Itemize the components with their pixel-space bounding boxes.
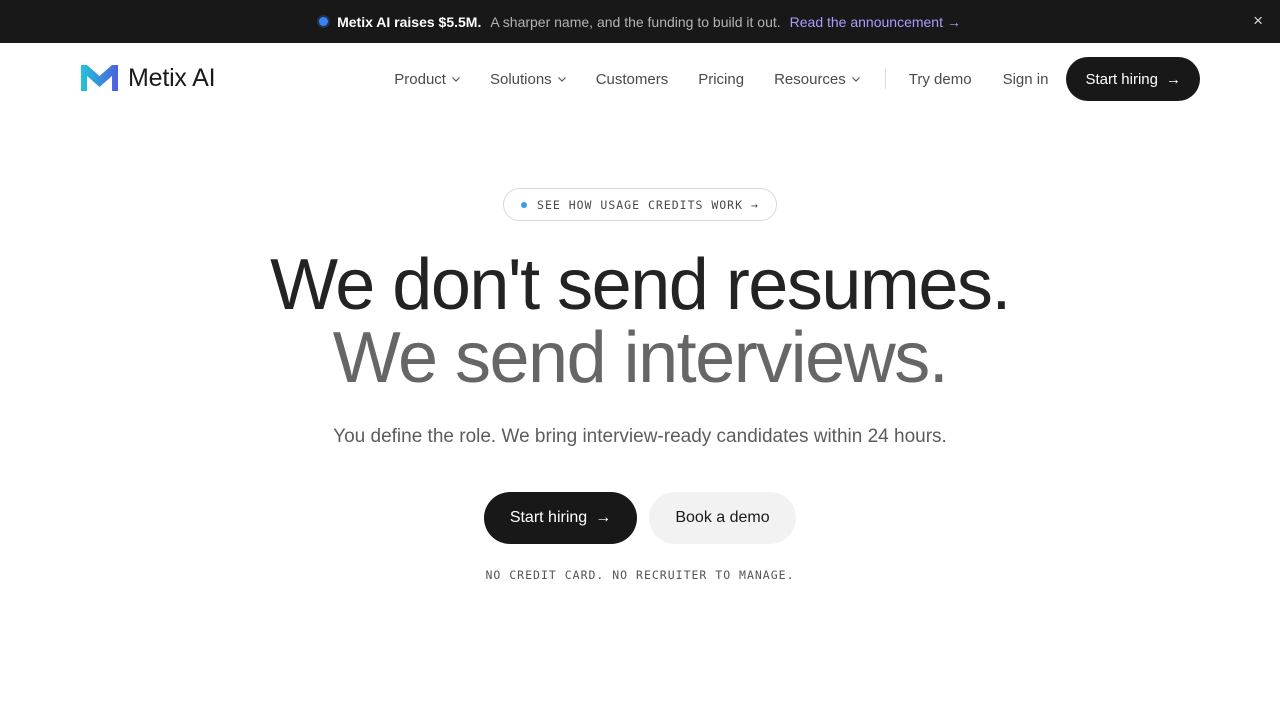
pill-dot-icon [521,201,528,208]
nav-item-label: Product [394,70,446,88]
brand-logo[interactable]: Metix AI [80,63,216,93]
metix-logo-icon [81,65,118,91]
nav-menu: Product Solutions Customers Pricing Reso… [394,57,1200,101]
sign-in-link[interactable]: Sign in [1003,71,1049,88]
start-hiring-label: Start hiring [1085,70,1158,88]
hero-cta-group: Start hiring → Book a demo [484,492,796,544]
nav-item-solutions[interactable]: Solutions [490,71,567,88]
usage-credits-pill[interactable]: SEE HOW USAGE CREDITS WORK → [503,188,777,221]
start-hiring-button[interactable]: Start hiring → [1066,57,1200,101]
nav-item-pricing[interactable]: Pricing [698,71,744,88]
chevron-down-icon [557,77,566,82]
book-demo-button[interactable]: Book a demo [649,492,796,544]
chevron-down-icon [452,77,460,82]
nav-divider [884,69,886,89]
nav-item-label: Solutions [489,70,552,88]
try-demo-link[interactable]: Try demo [909,71,972,88]
hero-footnote: NO CREDIT CARD. NO RECRUITER TO MANAGE. [485,568,795,582]
status-dot-icon [319,17,329,26]
arrow-right-icon: → [595,509,612,526]
arrow-right-icon: → [1166,70,1181,88]
hero-subtitle: You define the role. We bring interview-… [333,426,947,447]
nav-item-label: Resources [774,70,846,88]
hero-headline-primary: We don't send resumes. [270,245,1011,325]
hero-headline-secondary: We send interviews. [332,318,949,398]
nav-item-label: Pricing [698,70,745,88]
hero-start-hiring-button[interactable]: Start hiring → [484,492,637,544]
chevron-down-icon [851,77,860,82]
announcement-bar: Metix AI raises $5.5M. A sharper name, a… [0,0,1280,43]
arrow-right-icon: → [751,197,759,212]
pill-label: SEE HOW USAGE CREDITS WORK [537,197,744,212]
announcement-subtext: A sharper name, and the funding to build… [490,13,781,30]
nav-item-product[interactable]: Product [394,71,461,88]
hero-start-hiring-label: Start hiring [509,509,588,526]
close-icon[interactable]: × [1253,11,1263,31]
announcement-link[interactable]: Read the announcement → [790,14,961,30]
brand-name: Metix AI [128,63,216,92]
nav-item-resources[interactable]: Resources [774,71,861,88]
top-navigation: Metix AI Product Solutions Customers Pri… [0,43,1280,115]
nav-item-customers[interactable]: Customers [596,71,669,88]
nav-item-label: Customers [595,70,669,88]
announcement-headline: Metix AI raises $5.5M. [337,13,482,30]
